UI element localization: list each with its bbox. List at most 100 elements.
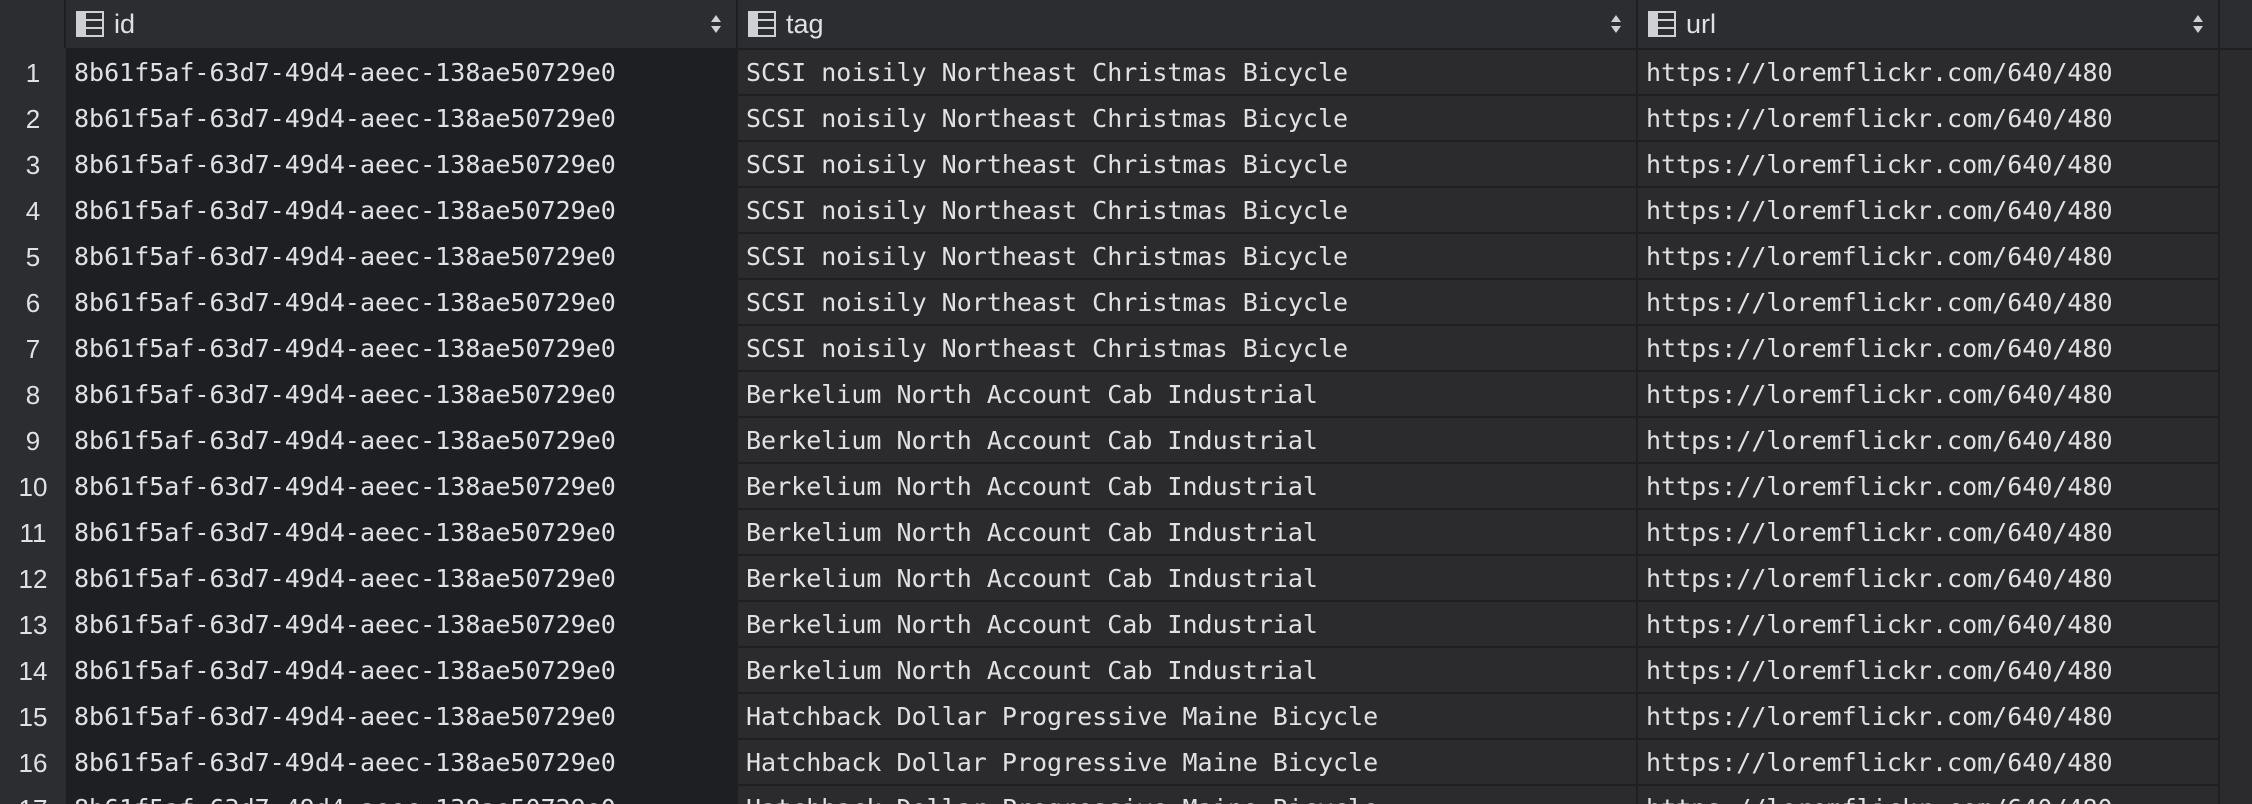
- table-row[interactable]: 14 8b61f5af-63d7-49d4-aeec-138ae50729e0 Be…: [0, 648, 2252, 694]
- table-row[interactable]: 13 8b61f5af-63d7-49d4-aeec-138ae50729e0 Be…: [0, 602, 2252, 648]
- table-row[interactable]: 4 8b61f5af-63d7-49d4-aeec-138ae50729e0 SCS…: [0, 188, 2252, 234]
- table-row[interactable]: 7 8b61f5af-63d7-49d4-aeec-138ae50729e0 SCS…: [0, 326, 2252, 372]
- row-number[interactable]: 13: [0, 602, 66, 648]
- cell-url[interactable]: https://loremflickr.com/640/480: [1638, 786, 2220, 804]
- table-row[interactable]: 16 8b61f5af-63d7-49d4-aeec-138ae50729e0 Ha…: [0, 740, 2252, 786]
- cell-url[interactable]: https://loremflickr.com/640/480: [1638, 372, 2220, 418]
- cell-tag[interactable]: SCSI noisily Northeast Christmas Bicycle: [738, 234, 1638, 280]
- table-column-icon: [1648, 11, 1676, 37]
- cell-tag[interactable]: SCSI noisily Northeast Christmas Bicycle: [738, 280, 1638, 326]
- cell-tag[interactable]: Berkelium North Account Cab Industrial: [738, 510, 1638, 556]
- cell-tag[interactable]: Hatchback Dollar Progressive Maine Bicyc…: [738, 740, 1638, 786]
- table-column-icon: [76, 11, 104, 37]
- cell-tag[interactable]: Berkelium North Account Cab Industrial: [738, 464, 1638, 510]
- table-row[interactable]: 10 8b61f5af-63d7-49d4-aeec-138ae50729e0 Be…: [0, 464, 2252, 510]
- cell-id[interactable]: 8b61f5af-63d7-49d4-aeec-138ae50729e0: [66, 740, 738, 786]
- cell-id[interactable]: 8b61f5af-63d7-49d4-aeec-138ae50729e0: [66, 510, 738, 556]
- row-number-header[interactable]: [0, 0, 66, 48]
- cell-id[interactable]: 8b61f5af-63d7-49d4-aeec-138ae50729e0: [66, 96, 738, 142]
- cell-id[interactable]: 8b61f5af-63d7-49d4-aeec-138ae50729e0: [66, 602, 738, 648]
- cell-id[interactable]: 8b61f5af-63d7-49d4-aeec-138ae50729e0: [66, 142, 738, 188]
- cell-tag[interactable]: SCSI noisily Northeast Christmas Bicycle: [738, 188, 1638, 234]
- table-row[interactable]: 178b61f5af-63d7-49d4-aeec-138ae50729e0Ha…: [0, 786, 2252, 804]
- cell-tag[interactable]: Berkelium North Account Cab Industrial: [738, 372, 1638, 418]
- cell-url[interactable]: https://loremflickr.com/640/480: [1638, 510, 2220, 556]
- row-number[interactable]: 14: [0, 648, 66, 694]
- cell-id[interactable]: 8b61f5af-63d7-49d4-aeec-138ae50729e0: [66, 372, 738, 418]
- table-row[interactable]: 8 8b61f5af-63d7-49d4-aeec-138ae50729e0 Ber…: [0, 372, 2252, 418]
- cell-url[interactable]: https://loremflickr.com/640/480: [1638, 50, 2220, 96]
- column-label: id: [114, 8, 136, 39]
- column-header-id[interactable]: id: [66, 0, 738, 48]
- sort-arrows-icon[interactable]: [1610, 12, 1622, 36]
- sort-arrows-icon[interactable]: [2192, 12, 2204, 36]
- row-number[interactable]: 9: [0, 418, 66, 464]
- sort-arrows-icon[interactable]: [710, 12, 722, 36]
- row-number[interactable]: 5: [0, 234, 66, 280]
- table-row[interactable]: 9 8b61f5af-63d7-49d4-aeec-138ae50729e0 Ber…: [0, 418, 2252, 464]
- table-row[interactable]: 5 8b61f5af-63d7-49d4-aeec-138ae50729e0 SCS…: [0, 234, 2252, 280]
- cell-id[interactable]: 8b61f5af-63d7-49d4-aeec-138ae50729e0: [66, 418, 738, 464]
- row-number[interactable]: 1: [0, 50, 66, 96]
- cell-id[interactable]: 8b61f5af-63d7-49d4-aeec-138ae50729e0: [66, 188, 738, 234]
- column-header-tag[interactable]: tag: [738, 0, 1638, 48]
- cell-tag[interactable]: Berkelium North Account Cab Industrial: [738, 602, 1638, 648]
- cell-url[interactable]: https://loremflickr.com/640/480: [1638, 234, 2220, 280]
- row-number[interactable]: 4: [0, 188, 66, 234]
- cell-url[interactable]: https://loremflickr.com/640/480: [1638, 326, 2220, 372]
- cell-tag[interactable]: SCSI noisily Northeast Christmas Bicycle: [738, 96, 1638, 142]
- cell-id[interactable]: 8b61f5af-63d7-49d4-aeec-138ae50729e0: [66, 648, 738, 694]
- table-row[interactable]: 1 8b61f5af-63d7-49d4-aeec-138ae50729e0 SCS…: [0, 50, 2252, 96]
- data-grid: id tag url 1 8b61f5af-63d7-49d4-aeec-138…: [0, 0, 2252, 804]
- row-number[interactable]: 12: [0, 556, 66, 602]
- cell-id[interactable]: 8b61f5af-63d7-49d4-aeec-138ae50729e0: [66, 464, 738, 510]
- cell-url[interactable]: https://loremflickr.com/640/480: [1638, 96, 2220, 142]
- cell-id[interactable]: 8b61f5af-63d7-49d4-aeec-138ae50729e0: [66, 556, 738, 602]
- column-label: tag: [786, 8, 824, 39]
- table-row[interactable]: 6 8b61f5af-63d7-49d4-aeec-138ae50729e0 SCS…: [0, 280, 2252, 326]
- cell-url[interactable]: https://loremflickr.com/640/480: [1638, 602, 2220, 648]
- cell-tag[interactable]: Hatchback Dollar Progressive Maine Bicyc…: [738, 694, 1638, 740]
- cell-url[interactable]: https://loremflickr.com/640/480: [1638, 464, 2220, 510]
- column-label: url: [1686, 8, 1717, 39]
- table-column-icon: [748, 11, 776, 37]
- row-number[interactable]: 10: [0, 464, 66, 510]
- cell-id[interactable]: 8b61f5af-63d7-49d4-aeec-138ae50729e0: [66, 694, 738, 740]
- cell-tag[interactable]: Hatchback Dollar Progressive Maine Bicyc…: [738, 786, 1638, 804]
- cell-url[interactable]: https://loremflickr.com/640/480: [1638, 188, 2220, 234]
- row-number[interactable]: 8: [0, 372, 66, 418]
- cell-url[interactable]: https://loremflickr.com/640/480: [1638, 418, 2220, 464]
- cell-tag[interactable]: SCSI noisily Northeast Christmas Bicycle: [738, 326, 1638, 372]
- cell-url[interactable]: https://loremflickr.com/640/480: [1638, 694, 2220, 740]
- table-row[interactable]: 3 8b61f5af-63d7-49d4-aeec-138ae50729e0 SCS…: [0, 142, 2252, 188]
- table-row[interactable]: 11 8b61f5af-63d7-49d4-aeec-138ae50729e0 Be…: [0, 510, 2252, 556]
- table-row[interactable]: 12 8b61f5af-63d7-49d4-aeec-138ae50729e0 Be…: [0, 556, 2252, 602]
- row-number[interactable]: 15: [0, 694, 66, 740]
- row-number[interactable]: 6: [0, 280, 66, 326]
- cell-tag[interactable]: SCSI noisily Northeast Christmas Bicycle: [738, 142, 1638, 188]
- cell-url[interactable]: https://loremflickr.com/640/480: [1638, 740, 2220, 786]
- cell-url[interactable]: https://loremflickr.com/640/480: [1638, 556, 2220, 602]
- cell-tag[interactable]: Berkelium North Account Cab Industrial: [738, 556, 1638, 602]
- row-number[interactable]: 2: [0, 96, 66, 142]
- table-row[interactable]: 2 8b61f5af-63d7-49d4-aeec-138ae50729e0 SCS…: [0, 96, 2252, 142]
- cell-id[interactable]: 8b61f5af-63d7-49d4-aeec-138ae50729e0: [66, 50, 738, 96]
- cell-url[interactable]: https://loremflickr.com/640/480: [1638, 142, 2220, 188]
- cell-id[interactable]: 8b61f5af-63d7-49d4-aeec-138ae50729e0: [66, 280, 738, 326]
- row-number[interactable]: 11: [0, 510, 66, 556]
- row-number[interactable]: 17: [0, 786, 66, 804]
- cell-url[interactable]: https://loremflickr.com/640/480: [1638, 280, 2220, 326]
- table-row[interactable]: 15 8b61f5af-63d7-49d4-aeec-138ae50729e0 Ha…: [0, 694, 2252, 740]
- cell-tag[interactable]: Berkelium North Account Cab Industrial: [738, 648, 1638, 694]
- row-number[interactable]: 3: [0, 142, 66, 188]
- cell-id[interactable]: 8b61f5af-63d7-49d4-aeec-138ae50729e0: [66, 786, 738, 804]
- row-number[interactable]: 16: [0, 740, 66, 786]
- cell-id[interactable]: 8b61f5af-63d7-49d4-aeec-138ae50729e0: [66, 326, 738, 372]
- cell-id[interactable]: 8b61f5af-63d7-49d4-aeec-138ae50729e0: [66, 234, 738, 280]
- cell-url[interactable]: https://loremflickr.com/640/480: [1638, 648, 2220, 694]
- cell-tag[interactable]: Berkelium North Account Cab Industrial: [738, 418, 1638, 464]
- row-number[interactable]: 7: [0, 326, 66, 372]
- grid-header: id tag url: [0, 0, 2252, 50]
- cell-tag[interactable]: SCSI noisily Northeast Christmas Bicycle: [738, 50, 1638, 96]
- column-header-url[interactable]: url: [1638, 0, 2220, 48]
